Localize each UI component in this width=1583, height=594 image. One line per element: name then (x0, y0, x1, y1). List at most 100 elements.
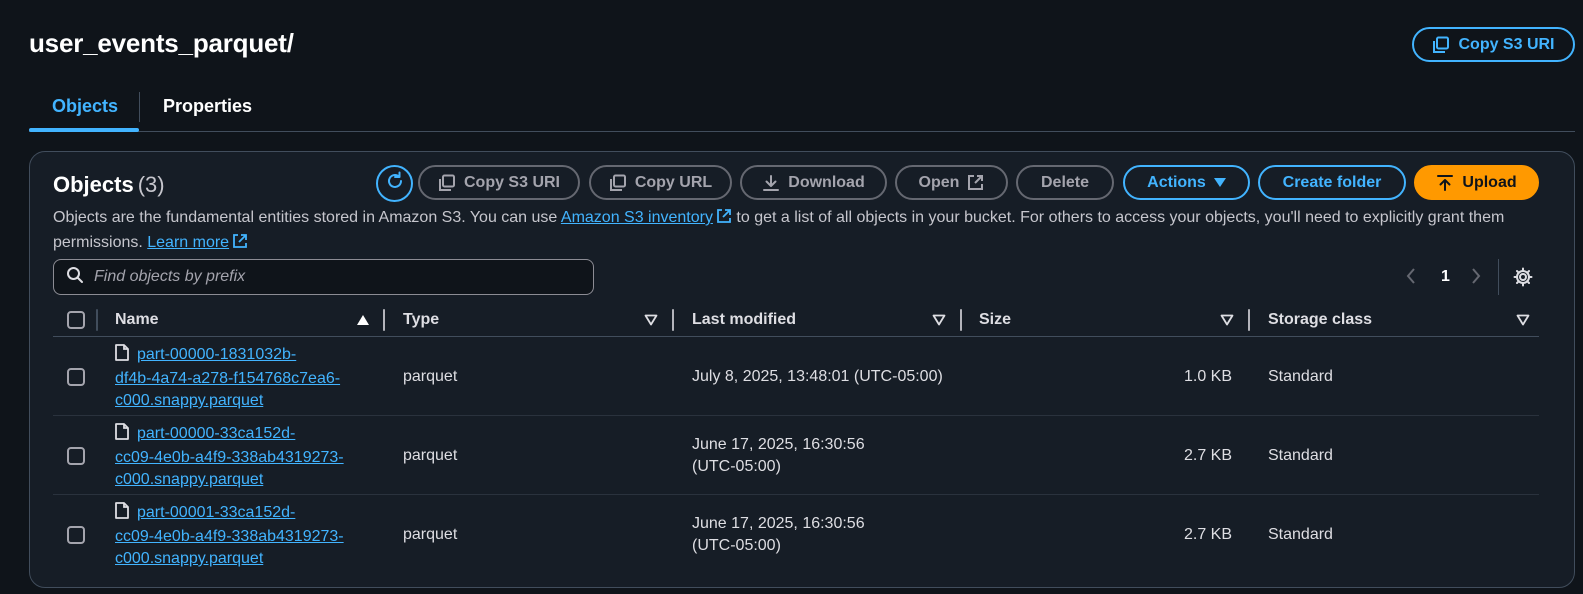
refresh-button[interactable] (376, 165, 413, 202)
active-tab-indicator (29, 128, 139, 132)
last-modified-line: July 8, 2025, 13:48:01 (UTC-05:00) (692, 368, 943, 385)
sort-desc-icon[interactable] (1220, 313, 1234, 331)
column-divider (96, 309, 98, 331)
last-modified-line: (UTC-05:00) (692, 458, 781, 475)
objects-description: Objects are the fundamental entities sto… (53, 206, 1553, 256)
object-type: parquet (403, 526, 458, 543)
object-size: 1.0 KB (1183, 368, 1232, 385)
description-text-1: Objects are the fundamental entities sto… (53, 209, 561, 226)
object-name-line: c000.snappy.parquet (115, 392, 264, 409)
objects-table: Name Type Last modified Size Storage cla… (53, 307, 1539, 574)
object-type: parquet (403, 447, 458, 464)
pagination-divider (1498, 259, 1499, 295)
chevron-left-icon (1405, 268, 1417, 289)
object-last-modified: June 17, 2025, 16:30:56 (UTC-05:00) (692, 434, 865, 478)
table-header: Name Type Last modified Size Storage cla… (53, 307, 1539, 337)
sort-asc-icon[interactable] (356, 313, 370, 331)
column-divider[interactable] (960, 309, 962, 331)
sort-desc-icon[interactable] (644, 313, 658, 331)
object-name-cell: part-00000-1831032b-df4b-4a74-a278-f1547… (115, 344, 375, 412)
table-row[interactable]: part-00000-33ca152d-cc09-4e0b-a4f9-338ab… (53, 416, 1539, 495)
objects-panel: Objects (3) Copy S3 URI Copy URL Download… (29, 151, 1575, 588)
download-button[interactable]: Download (740, 165, 887, 200)
search-input[interactable] (94, 268, 574, 286)
copy-s3-uri-header-button[interactable]: Copy S3 URI (1412, 27, 1575, 62)
open-button[interactable]: Open (895, 165, 1008, 200)
table-row[interactable]: part-00001-33ca152d-cc09-4e0b-a4f9-338ab… (53, 495, 1539, 574)
copy-icon (438, 174, 456, 192)
object-name-line: cc09-4e0b-a4f9-338ab4319273- (115, 528, 344, 545)
object-name-line: c000.snappy.parquet (115, 471, 264, 488)
learn-more-link[interactable]: Learn more (147, 234, 229, 251)
column-header-type[interactable]: Type (403, 311, 439, 329)
object-name-line: part-00000-33ca152d- (137, 425, 296, 442)
copy-url-button[interactable]: Copy URL (589, 165, 732, 200)
refresh-icon (385, 171, 405, 196)
file-icon (115, 344, 129, 368)
delete-button[interactable]: Delete (1016, 165, 1114, 200)
object-name-line: df4b-4a74-a278-f154768c7ea6- (115, 370, 341, 387)
copy-icon (1432, 36, 1450, 54)
object-storage-class: Standard (1268, 368, 1333, 385)
copy-url-label: Copy URL (634, 173, 713, 191)
tab-properties[interactable]: Properties (163, 96, 252, 117)
amazon-s3-inventory-link[interactable]: Amazon S3 inventory (561, 209, 713, 226)
page-number[interactable]: 1 (1441, 268, 1450, 286)
row-checkbox[interactable] (67, 447, 85, 465)
actions-dropdown-button[interactable]: Actions (1123, 165, 1250, 200)
previous-page-button[interactable] (1405, 267, 1417, 290)
object-name-line: cc09-4e0b-a4f9-338ab4319273- (115, 449, 344, 466)
object-name-link[interactable]: part-00000-1831032b-df4b-4a74-a278-f1547… (115, 346, 340, 409)
row-checkbox[interactable] (67, 526, 85, 544)
upload-button[interactable]: Upload (1414, 165, 1539, 200)
object-name-cell: part-00000-33ca152d-cc09-4e0b-a4f9-338ab… (115, 423, 375, 491)
object-name-link[interactable]: part-00001-33ca152d-cc09-4e0b-a4f9-338ab… (115, 504, 344, 567)
search-box (53, 259, 594, 295)
column-divider[interactable] (1248, 309, 1250, 331)
download-label: Download (788, 173, 865, 191)
column-divider[interactable] (672, 309, 674, 331)
objects-panel-title: Objects (3) (53, 172, 165, 198)
table-settings-button[interactable] (1513, 267, 1533, 292)
object-name-link[interactable]: part-00000-33ca152d-cc09-4e0b-a4f9-338ab… (115, 425, 344, 488)
last-modified-line: June 17, 2025, 16:30:56 (692, 436, 865, 453)
column-header-storage-class[interactable]: Storage class (1268, 311, 1372, 329)
table-row[interactable]: part-00000-1831032b-df4b-4a74-a278-f1547… (53, 337, 1539, 416)
next-page-button[interactable] (1470, 267, 1482, 290)
object-size: 2.7 KB (1183, 526, 1232, 543)
object-name-line: part-00000-1831032b- (137, 346, 297, 363)
object-storage-class: Standard (1268, 526, 1333, 543)
upload-icon (1436, 174, 1454, 192)
chevron-right-icon (1470, 268, 1482, 289)
object-last-modified: July 8, 2025, 13:48:01 (UTC-05:00) (692, 366, 943, 388)
objects-title-text: Objects (53, 172, 134, 197)
objects-count: (3) (137, 172, 165, 197)
select-all-checkbox[interactable] (67, 311, 85, 329)
column-header-last-modified[interactable]: Last modified (692, 311, 796, 329)
copy-s3-uri-button[interactable]: Copy S3 URI (418, 165, 580, 200)
search-icon (66, 266, 84, 289)
object-name-line: part-00001-33ca152d- (137, 504, 296, 521)
last-modified-line: June 17, 2025, 16:30:56 (692, 515, 865, 532)
column-header-size[interactable]: Size (979, 311, 1011, 329)
sort-desc-icon[interactable] (1516, 313, 1530, 331)
create-folder-button[interactable]: Create folder (1258, 165, 1406, 200)
sort-desc-icon[interactable] (932, 313, 946, 331)
copy-s3-uri-label: Copy S3 URI (463, 173, 560, 191)
object-name-line: c000.snappy.parquet (115, 550, 264, 567)
actions-label: Actions (1147, 173, 1206, 191)
file-icon (115, 423, 129, 447)
external-link-icon (967, 174, 984, 191)
create-folder-label: Create folder (1282, 173, 1382, 191)
page-title: user_events_parquet/ (29, 28, 294, 58)
column-header-name[interactable]: Name (115, 311, 159, 329)
download-icon (762, 174, 780, 192)
tab-objects[interactable]: Objects (52, 96, 118, 117)
column-divider[interactable] (383, 309, 385, 331)
copy-s3-uri-header-label: Copy S3 URI (1458, 35, 1555, 53)
row-checkbox[interactable] (67, 368, 85, 386)
tab-bar: Objects Properties (29, 86, 1575, 132)
object-storage-class: Standard (1268, 447, 1333, 464)
gear-icon (1513, 267, 1533, 291)
tab-divider (139, 92, 140, 122)
